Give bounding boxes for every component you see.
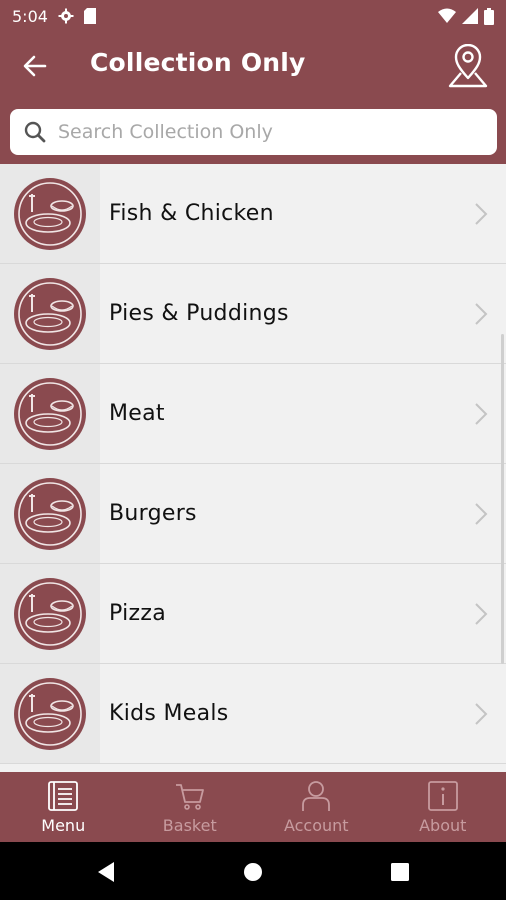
category-label: Meat xyxy=(109,401,165,426)
category-label: Fish & Chicken xyxy=(109,201,274,226)
chevron-right-icon xyxy=(475,203,488,225)
category-item-pizza[interactable]: Pizza xyxy=(0,564,506,664)
nav-label: Basket xyxy=(162,816,217,835)
sd-card-icon xyxy=(83,8,96,24)
location-button[interactable] xyxy=(446,42,490,90)
gear-icon xyxy=(58,8,74,24)
category-label: Burgers xyxy=(109,501,197,526)
category-label: Pizza xyxy=(109,601,166,626)
system-nav-bar xyxy=(0,842,506,900)
search-area xyxy=(0,100,506,164)
page-title: Collection Only xyxy=(90,48,306,77)
plate-logo-icon xyxy=(14,677,86,750)
scrollbar[interactable] xyxy=(501,334,504,664)
system-recents-button[interactable] xyxy=(388,860,412,884)
app-screen: 5:04 Collection Only Search Collection O… xyxy=(0,0,506,900)
back-button[interactable] xyxy=(18,50,52,82)
category-thumbnail xyxy=(0,664,100,763)
nav-label: Menu xyxy=(41,816,86,835)
chevron-right-icon xyxy=(475,503,488,525)
arrow-left-icon xyxy=(23,55,47,77)
category-thumbnail xyxy=(0,464,100,563)
bottom-nav: Menu Basket Account About xyxy=(0,772,506,842)
search-input[interactable] xyxy=(58,121,458,143)
nav-item-about[interactable]: About xyxy=(380,772,506,842)
plate-logo-icon xyxy=(14,177,86,250)
app-bar: Collection Only xyxy=(0,32,506,100)
nav-label: About xyxy=(419,816,467,835)
person-icon xyxy=(302,781,331,811)
plate-logo-icon xyxy=(14,377,86,450)
cart-icon xyxy=(175,784,204,810)
search-box[interactable] xyxy=(10,109,497,155)
triangle-back-icon xyxy=(98,862,114,882)
info-icon xyxy=(427,781,458,811)
category-item-meat[interactable]: Meat xyxy=(0,364,506,464)
nav-item-basket[interactable]: Basket xyxy=(127,772,254,842)
nav-item-account[interactable]: Account xyxy=(253,772,380,842)
category-thumbnail xyxy=(0,364,100,463)
category-item-pies-puddings[interactable]: Pies & Puddings xyxy=(0,264,506,364)
map-pin-icon xyxy=(448,44,488,88)
menu-book-icon xyxy=(48,781,79,811)
category-item-burgers[interactable]: Burgers xyxy=(0,464,506,564)
nav-label: Account xyxy=(283,816,349,835)
plate-logo-icon xyxy=(14,277,86,350)
search-icon xyxy=(24,121,46,143)
chevron-right-icon xyxy=(475,703,488,725)
system-home-button[interactable] xyxy=(241,860,265,884)
category-label: Kids Meals xyxy=(109,701,229,726)
plate-logo-icon xyxy=(14,577,86,650)
chevron-right-icon xyxy=(475,403,488,425)
category-thumbnail xyxy=(0,164,100,263)
battery-icon xyxy=(484,7,494,25)
nav-item-menu[interactable]: Menu xyxy=(0,772,127,842)
system-back-button[interactable] xyxy=(94,860,118,884)
wifi-icon xyxy=(438,8,456,23)
status-time: 5:04 xyxy=(12,6,48,26)
status-bar: 5:04 xyxy=(0,0,506,32)
category-list[interactable]: Fish & Chicken Pies & Puddings Meat Burg… xyxy=(0,164,506,772)
category-thumbnail xyxy=(0,564,100,663)
circle-home-icon xyxy=(244,863,262,881)
plate-logo-icon xyxy=(14,477,86,550)
chevron-right-icon xyxy=(475,303,488,325)
category-item-kids-meals[interactable]: Kids Meals xyxy=(0,664,506,764)
signal-icon xyxy=(462,8,478,24)
square-recents-icon xyxy=(391,863,409,881)
category-item-fish-chicken[interactable]: Fish & Chicken xyxy=(0,164,506,264)
chevron-right-icon xyxy=(475,603,488,625)
category-thumbnail xyxy=(0,264,100,363)
category-label: Pies & Puddings xyxy=(109,301,289,326)
